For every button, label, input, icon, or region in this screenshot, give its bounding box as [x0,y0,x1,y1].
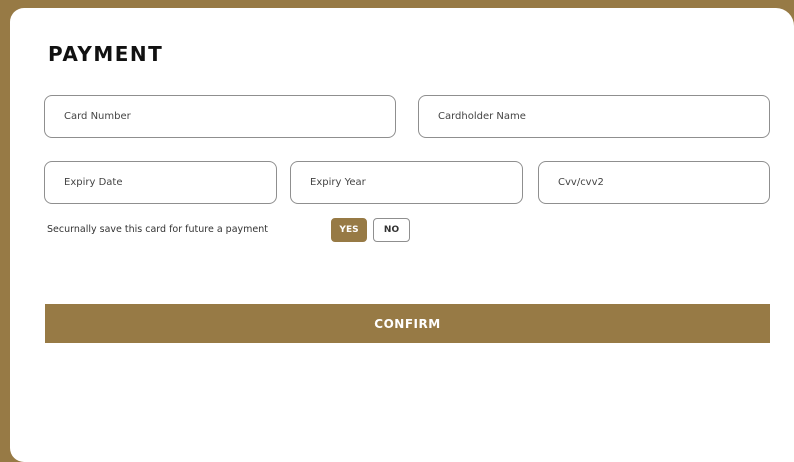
card-number-field[interactable] [44,95,396,138]
page-title: PAYMENT [48,42,164,66]
expiry-year-field[interactable] [290,161,523,204]
confirm-button[interactable]: CONFIRM [45,304,770,343]
cardholder-name-input[interactable] [419,96,769,137]
save-card-yes-button[interactable]: YES [331,218,367,242]
cardholder-name-field[interactable] [418,95,770,138]
save-card-no-button[interactable]: NO [373,218,410,242]
cvv-field[interactable] [538,161,770,204]
expiry-date-input[interactable] [45,162,276,203]
expiry-date-field[interactable] [44,161,277,204]
payment-card: PAYMENT Securnally save this card for fu… [10,8,794,462]
expiry-year-input[interactable] [291,162,522,203]
save-card-label: Securnally save this card for future a p… [47,224,268,235]
card-number-input[interactable] [45,96,395,137]
cvv-input[interactable] [539,162,769,203]
